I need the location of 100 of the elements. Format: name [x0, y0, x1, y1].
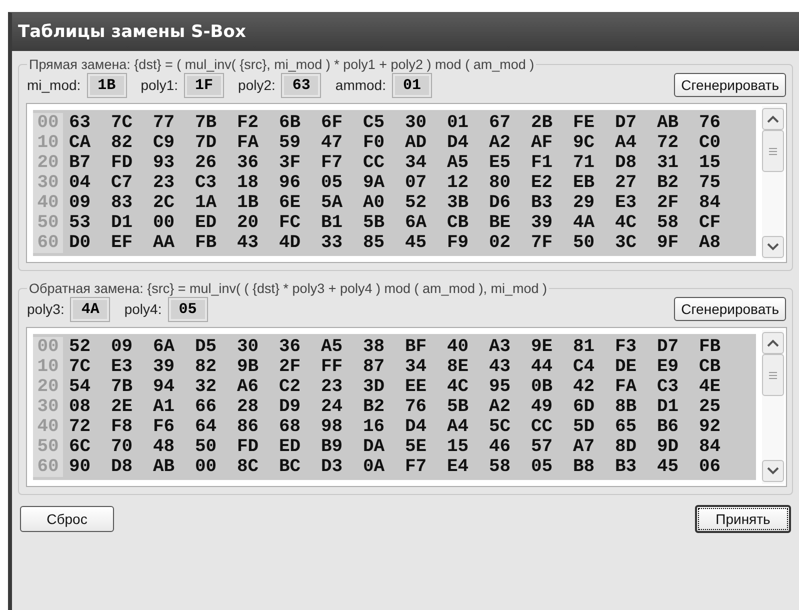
hex-byte: 4E	[698, 377, 722, 397]
hex-byte: FB	[698, 337, 722, 357]
hex-byte: FB	[194, 233, 218, 253]
hex-byte: 80	[488, 173, 512, 193]
row-offset: 20	[33, 153, 63, 173]
scrollbar[interactable]	[762, 330, 784, 484]
hex-byte: D3	[320, 457, 344, 477]
param-field[interactable]: 1B	[86, 72, 127, 98]
param-field[interactable]: 4A	[70, 296, 110, 322]
hex-byte: 02	[488, 233, 512, 253]
hex-byte: C3	[656, 377, 680, 397]
hex-byte: 09	[110, 337, 134, 357]
hex-byte: 09	[68, 193, 92, 213]
hex-byte: A5	[446, 153, 470, 173]
generate-button[interactable]: Сгенерировать	[674, 73, 786, 97]
row-offset: 30	[33, 173, 63, 193]
row-offset: 40	[33, 417, 63, 437]
hex-byte: 7B	[194, 113, 218, 133]
hex-byte: 05	[530, 457, 554, 477]
hex-byte: 9D	[656, 437, 680, 457]
hex-byte: B6	[656, 417, 680, 437]
hex-byte: CC	[362, 153, 386, 173]
hex-byte: 04	[68, 173, 92, 193]
hex-byte: F0	[362, 133, 386, 153]
hex-byte: 63	[68, 113, 92, 133]
hex-byte: D7	[614, 113, 638, 133]
hex-byte: FA	[614, 377, 638, 397]
param-field[interactable]: 63	[281, 72, 322, 98]
hex-byte: 50	[194, 437, 218, 457]
window-title: Таблицы замены S-Box	[12, 13, 799, 51]
hex-byte: 2F	[278, 357, 302, 377]
hex-byte: 5D	[572, 417, 596, 437]
accept-button[interactable]: Принять	[695, 505, 791, 533]
reset-button[interactable]: Сброс	[20, 506, 114, 532]
scroll-down-icon[interactable]	[767, 243, 779, 251]
group-caption: Прямая замена: {dst} = ( mul_inv( {src}, mi_mod ) * poly1 + poly2 ) mod ( am_mod )	[28, 57, 536, 72]
hex-byte: 2E	[110, 397, 134, 417]
hex-byte: 7C	[110, 113, 134, 133]
hex-byte: D1	[110, 213, 134, 233]
hex-byte: C3	[194, 173, 218, 193]
hex-byte: 45	[656, 457, 680, 477]
scroll-up-icon[interactable]	[767, 115, 779, 123]
param-field[interactable]: 01	[392, 72, 432, 98]
hex-byte: 6E	[278, 193, 302, 213]
hex-byte: B9	[320, 437, 344, 457]
hex-byte: AD	[404, 133, 428, 153]
hex-byte: 01	[446, 113, 470, 133]
row-offset: 20	[33, 377, 63, 397]
hex-byte: D6	[488, 193, 512, 213]
hex-byte: A5	[320, 337, 344, 357]
hex-byte: B3	[614, 457, 638, 477]
hex-byte: 4A	[572, 213, 596, 233]
hex-byte: B1	[320, 213, 344, 233]
param-label: poly1:	[140, 77, 178, 93]
row-offset: 10	[33, 133, 63, 153]
hex-byte: AB	[656, 113, 680, 133]
hex-byte: 9A	[362, 173, 386, 193]
hex-byte: 98	[320, 417, 344, 437]
hex-byte: 06	[698, 457, 722, 477]
hex-byte: D4	[404, 417, 428, 437]
row-offset: 00	[33, 113, 63, 133]
hex-byte: FD	[110, 153, 134, 173]
hex-byte: 7D	[194, 133, 218, 153]
hex-byte: 15	[446, 437, 470, 457]
hex-byte: BE	[488, 213, 512, 233]
hex-byte: 30	[404, 113, 428, 133]
param-label: poly4:	[124, 301, 162, 317]
hex-byte: F2	[236, 113, 260, 133]
hex-byte: 70	[110, 437, 134, 457]
hex-byte: ED	[278, 437, 302, 457]
hex-byte: F9	[446, 233, 470, 253]
hex-byte: 23	[320, 377, 344, 397]
scrollbar[interactable]	[762, 106, 784, 260]
scroll-thumb[interactable]	[762, 354, 784, 396]
param-field[interactable]: 05	[168, 296, 208, 322]
generate-button[interactable]: Сгенерировать	[674, 297, 786, 321]
hex-byte: FA	[236, 133, 260, 153]
hex-byte: DA	[362, 437, 386, 457]
hex-byte: 0A	[362, 457, 386, 477]
hex-byte: E3	[110, 357, 134, 377]
scroll-thumb[interactable]	[762, 130, 784, 172]
hex-byte: 59	[278, 133, 302, 153]
hex-byte: 1A	[194, 193, 218, 213]
scroll-down-icon[interactable]	[767, 467, 779, 475]
hex-byte: C2	[278, 377, 302, 397]
hex-byte: 82	[110, 133, 134, 153]
hex-byte: 71	[572, 153, 596, 173]
hex-byte: 53	[68, 213, 92, 233]
hex-byte: 40	[446, 337, 470, 357]
hex-byte: CA	[68, 133, 92, 153]
hex-byte: 94	[152, 377, 176, 397]
hex-byte: 34	[404, 357, 428, 377]
hex-byte: 72	[68, 417, 92, 437]
hex-byte: F7	[320, 153, 344, 173]
param-field[interactable]: 1F	[184, 72, 224, 98]
hex-byte: 4C	[614, 213, 638, 233]
hex-byte: BC	[278, 457, 302, 477]
hex-byte: E5	[488, 153, 512, 173]
hex-byte: 32	[194, 377, 218, 397]
scroll-up-icon[interactable]	[767, 339, 779, 347]
